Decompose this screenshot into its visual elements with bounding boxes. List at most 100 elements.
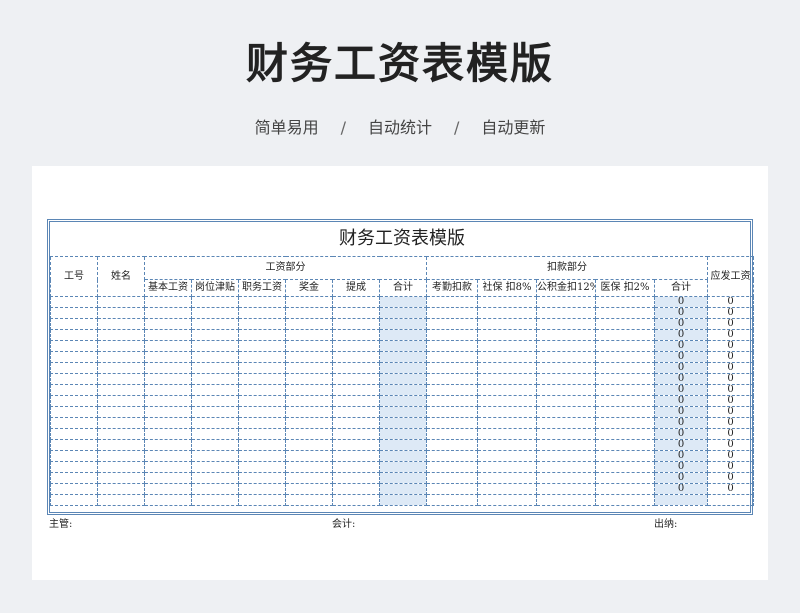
table-cell[interactable] <box>332 373 380 385</box>
table-cell[interactable] <box>379 472 427 484</box>
table-cell[interactable] <box>97 373 145 385</box>
table-cell[interactable] <box>332 450 380 462</box>
table-cell[interactable] <box>536 428 596 440</box>
table-cell[interactable] <box>332 483 380 495</box>
table-cell[interactable] <box>536 461 596 473</box>
table-cell[interactable] <box>536 450 596 462</box>
table-cell[interactable] <box>191 472 239 484</box>
table-cell[interactable] <box>536 340 596 352</box>
table-cell[interactable] <box>536 373 596 385</box>
table-cell[interactable] <box>97 439 145 451</box>
table-cell[interactable] <box>50 406 98 418</box>
table-cell[interactable] <box>285 373 333 385</box>
table-cell[interactable] <box>50 307 98 319</box>
table-cell[interactable] <box>477 483 537 495</box>
table-cell[interactable] <box>426 428 478 440</box>
table-cell[interactable]: 0 <box>707 340 754 352</box>
table-cell[interactable] <box>97 340 145 352</box>
table-cell[interactable]: 0 <box>654 461 708 473</box>
table-cell[interactable] <box>595 450 655 462</box>
table-cell[interactable] <box>536 439 596 451</box>
table-cell[interactable] <box>477 373 537 385</box>
table-cell[interactable] <box>144 494 192 506</box>
table-cell[interactable] <box>191 384 239 396</box>
table-cell[interactable] <box>595 417 655 429</box>
table-cell[interactable]: 0 <box>707 450 754 462</box>
table-cell[interactable] <box>144 417 192 429</box>
table-cell[interactable] <box>379 395 427 407</box>
table-cell[interactable]: 0 <box>707 362 754 374</box>
table-cell[interactable] <box>238 417 286 429</box>
table-cell[interactable] <box>285 439 333 451</box>
table-cell[interactable] <box>595 307 655 319</box>
table-cell[interactable] <box>332 461 380 473</box>
table-cell[interactable] <box>332 340 380 352</box>
table-cell[interactable] <box>426 296 478 308</box>
table-cell[interactable] <box>426 494 478 506</box>
table-cell[interactable] <box>379 494 427 506</box>
table-cell[interactable] <box>191 373 239 385</box>
table-cell[interactable]: 0 <box>654 329 708 341</box>
table-cell[interactable] <box>536 351 596 363</box>
table-cell[interactable] <box>50 439 98 451</box>
table-cell[interactable] <box>97 307 145 319</box>
table-cell[interactable] <box>238 395 286 407</box>
table-cell[interactable] <box>379 373 427 385</box>
table-cell[interactable] <box>191 362 239 374</box>
table-cell[interactable]: 0 <box>707 395 754 407</box>
table-cell[interactable] <box>97 362 145 374</box>
table-cell[interactable] <box>379 450 427 462</box>
table-cell[interactable] <box>477 417 537 429</box>
table-cell[interactable] <box>332 318 380 330</box>
table-cell[interactable] <box>426 450 478 462</box>
table-cell[interactable] <box>97 494 145 506</box>
table-cell[interactable] <box>285 296 333 308</box>
table-cell[interactable] <box>426 439 478 451</box>
table-cell[interactable] <box>332 494 380 506</box>
table-cell[interactable] <box>426 384 478 396</box>
table-cell[interactable] <box>595 296 655 308</box>
table-cell[interactable] <box>477 406 537 418</box>
table-cell[interactable] <box>595 395 655 407</box>
table-cell[interactable] <box>536 318 596 330</box>
table-cell[interactable] <box>285 329 333 341</box>
table-cell[interactable] <box>332 406 380 418</box>
table-cell[interactable] <box>144 406 192 418</box>
table-cell[interactable] <box>97 472 145 484</box>
table-cell[interactable] <box>50 351 98 363</box>
table-cell[interactable]: 0 <box>654 450 708 462</box>
table-cell[interactable]: 0 <box>654 340 708 352</box>
table-cell[interactable] <box>238 461 286 473</box>
table-cell[interactable] <box>477 384 537 396</box>
table-cell[interactable] <box>595 384 655 396</box>
table-cell[interactable]: 0 <box>707 439 754 451</box>
table-cell[interactable] <box>595 428 655 440</box>
table-cell[interactable] <box>50 461 98 473</box>
table-cell[interactable] <box>426 395 478 407</box>
table-cell[interactable] <box>238 307 286 319</box>
table-cell[interactable] <box>144 472 192 484</box>
table-cell[interactable] <box>332 395 380 407</box>
table-cell[interactable] <box>191 296 239 308</box>
table-cell[interactable] <box>238 472 286 484</box>
table-cell[interactable] <box>191 406 239 418</box>
table-cell[interactable]: 0 <box>707 406 754 418</box>
table-cell[interactable] <box>477 329 537 341</box>
table-cell[interactable] <box>379 362 427 374</box>
table-cell[interactable] <box>285 362 333 374</box>
table-cell[interactable] <box>50 362 98 374</box>
table-cell[interactable] <box>332 472 380 484</box>
table-cell[interactable] <box>379 296 427 308</box>
table-cell[interactable]: 0 <box>654 307 708 319</box>
table-cell[interactable] <box>238 340 286 352</box>
table-cell[interactable]: 0 <box>707 417 754 429</box>
table-cell[interactable] <box>285 461 333 473</box>
table-cell[interactable] <box>536 406 596 418</box>
table-cell[interactable] <box>426 472 478 484</box>
table-cell[interactable] <box>595 483 655 495</box>
table-cell[interactable] <box>191 329 239 341</box>
table-cell[interactable]: 0 <box>707 472 754 484</box>
table-cell[interactable] <box>144 373 192 385</box>
table-cell[interactable] <box>595 494 655 506</box>
table-cell[interactable]: 0 <box>654 318 708 330</box>
